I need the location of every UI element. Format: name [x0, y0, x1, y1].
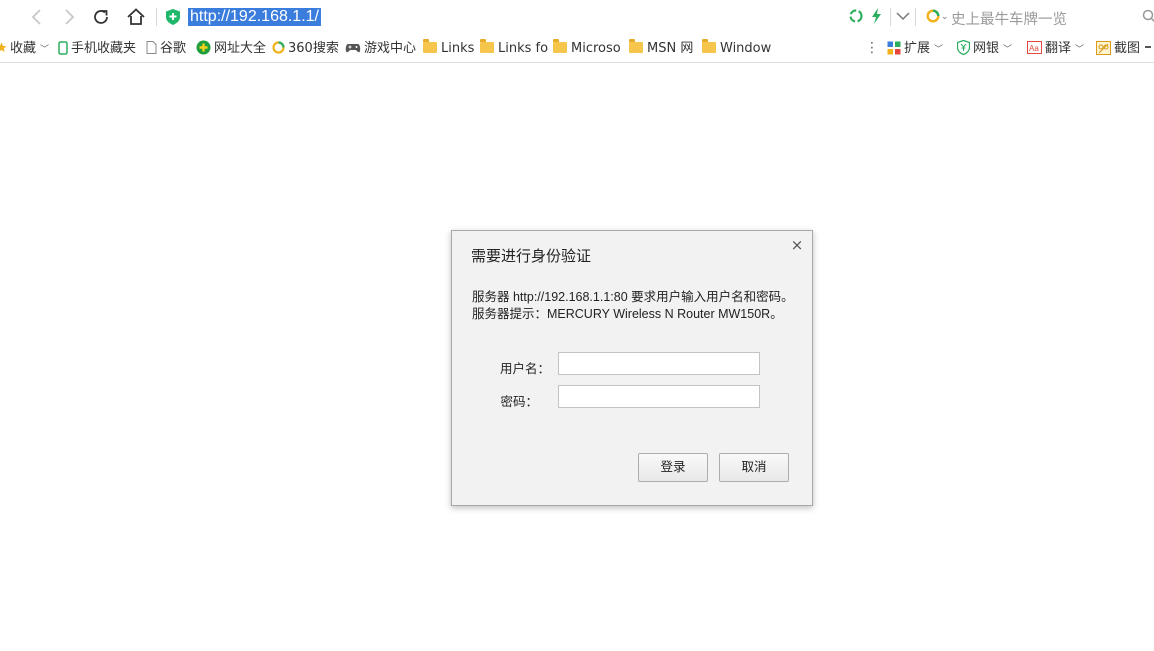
- extension-label: 翻译: [1045, 41, 1072, 56]
- folder-icon: [629, 39, 643, 53]
- extension-label: 网银: [973, 41, 1000, 56]
- shield-icon: [166, 9, 180, 25]
- bookmark-label: Links fo: [498, 41, 549, 56]
- grid-icon: [887, 41, 901, 54]
- more-bookmarks-icon[interactable]: ⋮: [865, 40, 879, 57]
- auth-dialog: 需要进行身份验证 × 服务器 http://192.168.1.1:80 要求用…: [451, 230, 813, 506]
- dialog-title: 需要进行身份验证: [471, 248, 592, 265]
- home-button[interactable]: [125, 6, 147, 28]
- extension-label: 扩展: [904, 41, 931, 56]
- close-icon[interactable]: ×: [790, 238, 804, 253]
- bookmark-label: MSN 网: [647, 41, 694, 56]
- bookmark-label: Window: [720, 41, 772, 56]
- minimize-icon[interactable]: [1145, 46, 1151, 48]
- bookmark-label: 收藏: [10, 41, 37, 56]
- bookmark-360search[interactable]: 360搜索: [272, 40, 339, 57]
- chevron-down-icon[interactable]: [896, 10, 910, 22]
- bookmark-links-fo[interactable]: Links fo: [480, 39, 549, 57]
- phone-icon: [58, 40, 68, 55]
- address-bar[interactable]: http://192.168.1.1/: [160, 5, 840, 29]
- reload-icon: [94, 10, 108, 24]
- login-button[interactable]: 登录: [638, 453, 708, 482]
- folder-icon: [423, 39, 437, 53]
- translate-icon: Aa: [1027, 41, 1042, 54]
- screenshot-menu[interactable]: 截图: [1096, 40, 1140, 57]
- bookmark-msn[interactable]: MSN 网: [629, 39, 694, 57]
- reload-button[interactable]: [90, 6, 112, 28]
- back-button[interactable]: [26, 6, 48, 28]
- lightning-icon[interactable]: [870, 8, 882, 24]
- star-icon: [0, 42, 7, 52]
- extensions-menu[interactable]: 扩展 ﹀: [887, 40, 943, 57]
- bookmark-label: 360搜索: [288, 41, 339, 56]
- folder-icon: [480, 39, 494, 53]
- home-icon: [127, 8, 145, 25]
- ebank-menu[interactable]: 网银 ﹀: [957, 40, 1012, 57]
- chevron-left-icon: [31, 9, 41, 25]
- chevron-right-icon: [65, 9, 75, 25]
- recycle-icon[interactable]: [849, 9, 863, 23]
- chevron-down-icon: ﹀: [1075, 45, 1085, 55]
- bookmark-links[interactable]: Links: [423, 39, 475, 57]
- password-label: 密码：: [500, 395, 538, 409]
- bookmark-google[interactable]: 谷歌: [146, 40, 186, 57]
- server-hint-text: 服务器提示：MERCURY Wireless N Router MW150R。: [472, 307, 783, 321]
- bookmark-label: Microso: [571, 41, 621, 56]
- separator: [156, 8, 157, 26]
- so-icon: [272, 41, 285, 54]
- bookmark-label: 游戏中心: [364, 41, 417, 56]
- password-input[interactable]: [558, 385, 760, 408]
- search-icon[interactable]: [1142, 9, 1154, 23]
- chevron-down-icon: ﹀: [934, 45, 944, 55]
- page-icon: [146, 41, 157, 54]
- username-input[interactable]: [558, 352, 760, 375]
- search-box[interactable]: ⌄ 史上最牛车牌一览: [924, 6, 1154, 28]
- server-request-text: 服务器 http://192.168.1.1:80 要求用户输入用户名和密码。: [472, 290, 794, 304]
- plus-circle-icon: [196, 40, 211, 55]
- chevron-down-icon: ﹀: [1003, 45, 1013, 55]
- chevron-down-icon: ﹀: [40, 45, 50, 55]
- so-search-icon: [926, 9, 940, 23]
- forward-button[interactable]: [58, 6, 80, 28]
- folder-icon: [702, 39, 716, 53]
- dialog-message: 服务器 http://192.168.1.1:80 要求用户输入用户名和密码。 …: [472, 289, 794, 323]
- gamepad-icon: [345, 43, 361, 52]
- bookmark-mobile[interactable]: 手机收藏夹: [58, 40, 136, 57]
- search-engine-caret[interactable]: ⌄: [941, 12, 949, 22]
- cancel-button[interactable]: 取消: [719, 453, 789, 482]
- bookmarks-bar: 收藏 ﹀ 手机收藏夹 谷歌 网址大全 360搜索 游戏中心 Links Links…: [0, 34, 1154, 63]
- svg-text:Aa: Aa: [1029, 44, 1039, 53]
- separator: [915, 8, 916, 26]
- browser-toolbar: http://192.168.1.1/ ⌄ 史上最牛车牌一览: [0, 0, 1154, 34]
- translate-menu[interactable]: Aa 翻译 ﹀: [1027, 40, 1084, 57]
- search-input[interactable]: 史上最牛车牌一览: [951, 8, 1067, 29]
- shield-yen-icon: [957, 40, 970, 55]
- bookmark-label: 网址大全: [214, 41, 267, 56]
- folder-icon: [553, 39, 567, 53]
- bookmark-favorites[interactable]: 收藏 ﹀: [0, 40, 49, 57]
- separator: [890, 8, 891, 26]
- bookmark-windows[interactable]: Window: [702, 39, 772, 57]
- bookmark-microsoft[interactable]: Microso: [553, 39, 621, 57]
- extension-label: 截图: [1114, 41, 1141, 56]
- bookmark-label: Links: [441, 41, 475, 56]
- url-text[interactable]: http://192.168.1.1/: [188, 8, 321, 26]
- bookmark-label: 谷歌: [160, 41, 187, 56]
- bookmark-hao360[interactable]: 网址大全: [196, 40, 266, 57]
- bookmark-games[interactable]: 游戏中心: [345, 40, 416, 57]
- bookmark-label: 手机收藏夹: [71, 41, 137, 56]
- screenshot-icon: [1096, 40, 1111, 55]
- username-label: 用户名：: [499, 362, 550, 376]
